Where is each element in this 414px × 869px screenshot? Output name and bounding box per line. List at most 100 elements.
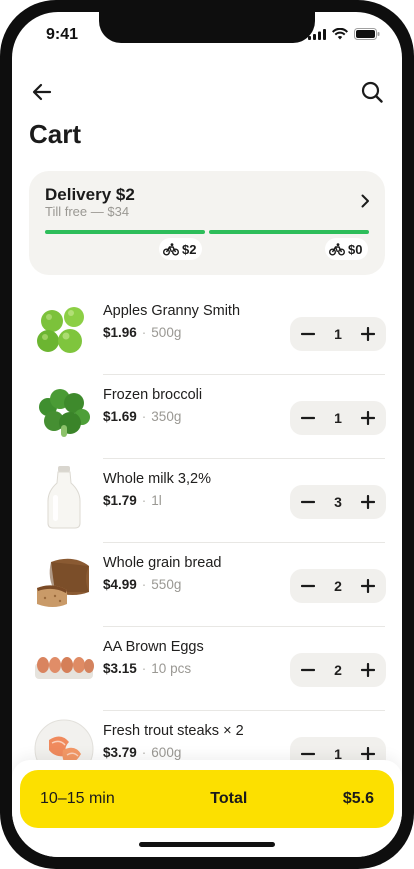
delivery-progress-segment (45, 230, 205, 234)
signal-icon (308, 28, 326, 40)
item-meta: $4.99 · 550g (103, 577, 181, 592)
bike-icon (163, 242, 179, 255)
separator-dot: · (141, 745, 147, 760)
item-name: Fresh trout steaks × 2 (103, 723, 244, 739)
delivery-subtitle: Till free — $34 (45, 204, 130, 219)
delivery-tier-price: $0 (348, 241, 363, 257)
item-unit: 1l (151, 493, 162, 508)
increase-button[interactable] (352, 485, 384, 519)
minus-icon (301, 752, 315, 756)
quantity-value: 1 (334, 326, 342, 342)
decrease-button[interactable] (292, 569, 324, 603)
quantity-value: 2 (334, 662, 342, 678)
decrease-button[interactable] (292, 485, 324, 519)
quantity-stepper: 2 (290, 653, 386, 687)
broccoli-icon (32, 381, 96, 445)
status-time: 9:41 (46, 26, 79, 43)
quantity-stepper: 1 (290, 401, 386, 435)
item-price: $3.15 (103, 661, 137, 676)
item-unit: 550g (151, 577, 182, 592)
item-price: $1.79 (103, 493, 137, 508)
eggs-icon (32, 633, 96, 697)
delivery-tier-chip: $2 (159, 238, 203, 260)
minus-icon (301, 332, 315, 336)
quantity-stepper: 1 (290, 317, 386, 351)
plus-icon (361, 747, 375, 761)
cart-item[interactable]: AA Brown Eggs $3.15 · 10 pcs 2 (12, 627, 402, 711)
item-name: Whole milk 3,2% (103, 471, 211, 487)
cart-item[interactable]: Apples Granny Smith $1.96 · 500g 1 (12, 291, 402, 375)
delivery-title: Delivery $2 (45, 185, 135, 204)
search-icon (361, 81, 383, 103)
quantity-value: 2 (334, 578, 342, 594)
item-meta: $1.69 · 350g (103, 409, 181, 424)
quantity-value: 3 (334, 494, 342, 510)
item-name: Frozen broccoli (103, 387, 203, 403)
apples-icon (32, 297, 96, 361)
checkout-bar: 10–15 min Total $5.6 (12, 760, 402, 857)
total-value: $5.6 (342, 790, 374, 807)
cart-item[interactable]: Whole grain bread $4.99 · 550g 2 (12, 543, 402, 627)
minus-icon (301, 416, 315, 420)
delivery-card[interactable]: Delivery $2 Till free — $34 $2 $0 (29, 171, 385, 275)
increase-button[interactable] (352, 653, 384, 687)
chevron-right-icon (361, 194, 369, 208)
item-price: $4.99 (103, 577, 137, 592)
increase-button[interactable] (352, 317, 384, 351)
plus-icon (361, 495, 375, 509)
item-name: Apples Granny Smith (103, 303, 241, 319)
back-button[interactable] (28, 78, 56, 106)
quantity-value: 1 (334, 410, 342, 426)
cart-item[interactable]: Frozen broccoli $1.69 · 350g 1 (12, 375, 402, 459)
item-meta: $1.96 · 500g (103, 325, 181, 340)
item-unit: 10 pcs (151, 661, 192, 676)
separator-dot: · (141, 325, 147, 340)
plus-icon (361, 663, 375, 677)
total-label: Total (210, 790, 248, 807)
quantity-stepper: 2 (290, 569, 386, 603)
battery-icon (354, 28, 380, 40)
minus-icon (301, 584, 315, 588)
home-indicator (139, 842, 275, 847)
decrease-button[interactable] (292, 653, 324, 687)
increase-button[interactable] (352, 569, 384, 603)
minus-icon (301, 500, 315, 504)
wifi-icon (332, 28, 348, 40)
item-meta: $3.79 · 600g (103, 745, 181, 760)
item-unit: 500g (151, 325, 182, 340)
milk-bottle-icon (32, 465, 96, 529)
bike-icon (329, 242, 345, 255)
item-name: AA Brown Eggs (103, 639, 204, 655)
phone-frame: 9:41 Cart Delivery $2 Till free — $34 $2… (0, 0, 414, 869)
decrease-button[interactable] (292, 317, 324, 351)
separator-dot: · (141, 577, 147, 592)
item-unit: 600g (151, 745, 182, 760)
separator-dot: · (141, 409, 147, 424)
delivery-progress-segment (209, 230, 369, 234)
delivery-tier-chip: $0 (325, 238, 369, 260)
status-icons (308, 28, 380, 40)
quantity-stepper: 3 (290, 485, 386, 519)
plus-icon (361, 327, 375, 341)
item-meta: $1.79 · 1l (103, 493, 162, 508)
screen: 9:41 Cart Delivery $2 Till free — $34 $2… (12, 12, 402, 857)
delivery-tier-price: $2 (182, 241, 197, 257)
notch (99, 12, 315, 43)
item-price: $3.79 (103, 745, 137, 760)
minus-icon (301, 668, 315, 672)
separator-dot: · (141, 493, 147, 508)
cart-item[interactable]: Whole milk 3,2% $1.79 · 1l 3 (12, 459, 402, 543)
separator-dot: · (141, 661, 147, 676)
search-button[interactable] (358, 78, 386, 106)
item-price: $1.69 (103, 409, 137, 424)
increase-button[interactable] (352, 401, 384, 435)
plus-icon (361, 411, 375, 425)
item-name: Whole grain bread (103, 555, 222, 571)
delivery-eta: 10–15 min (40, 790, 115, 807)
item-meta: $3.15 · 10 pcs (103, 661, 191, 676)
bread-icon (32, 549, 96, 613)
decrease-button[interactable] (292, 401, 324, 435)
arrow-left-icon (32, 83, 52, 101)
item-price: $1.96 (103, 325, 137, 340)
checkout-button[interactable]: 10–15 min Total $5.6 (20, 770, 394, 828)
